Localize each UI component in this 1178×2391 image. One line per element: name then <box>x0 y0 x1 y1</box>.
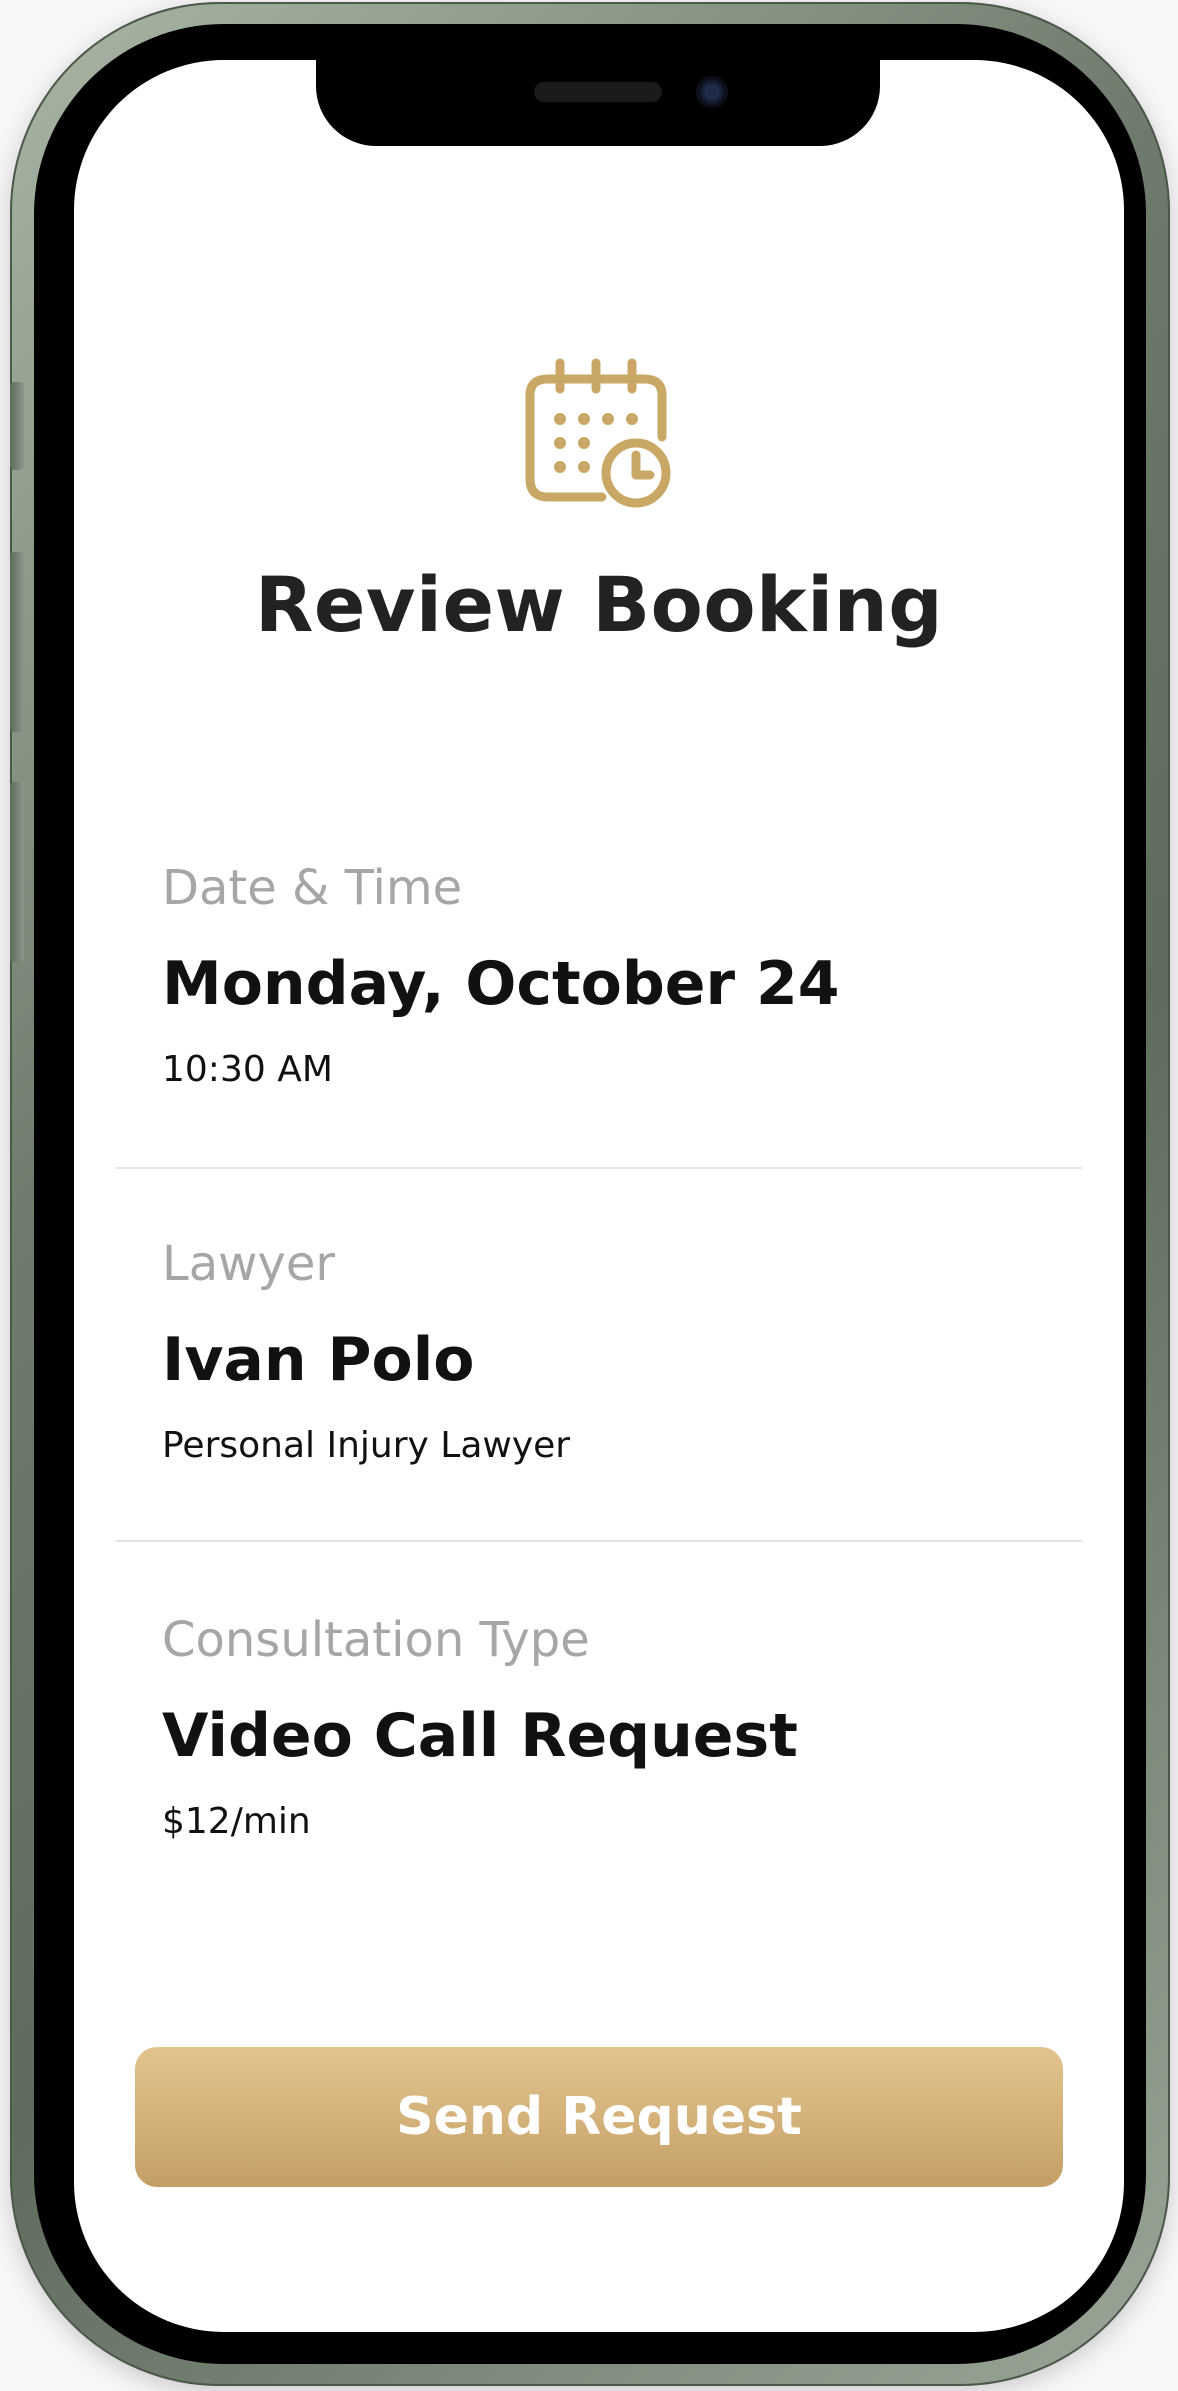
section-divider <box>116 1167 1082 1169</box>
consultation-type: Video Call Request <box>162 1701 798 1771</box>
send-request-button[interactable]: Send Request <box>135 2047 1063 2187</box>
lawyer-specialty: Personal Injury Lawyer <box>162 1425 571 1466</box>
booking-time: 10:30 AM <box>162 1049 333 1090</box>
section-divider <box>116 1540 1082 1542</box>
silent-switch <box>10 382 24 470</box>
consultation-label: Consultation Type <box>162 1612 590 1668</box>
calendar-clock-icon <box>525 358 671 508</box>
phone-notch <box>316 60 880 146</box>
app-screen: Review Booking Date & Time Monday, Octob… <box>74 60 1124 2332</box>
lawyer-name: Ivan Polo <box>162 1325 475 1395</box>
date-time-label: Date & Time <box>162 860 463 916</box>
front-camera <box>696 76 728 108</box>
booking-date: Monday, October 24 <box>162 949 840 1019</box>
page-title: Review Booking <box>254 560 944 649</box>
consultation-rate: $12/min <box>162 1801 311 1842</box>
volume-up-button <box>10 552 24 732</box>
date-time-section: Date & Time Monday, October 24 10:30 AM <box>162 864 1062 1088</box>
lawyer-label: Lawyer <box>162 1236 336 1292</box>
earpiece-speaker <box>534 82 662 102</box>
consultation-section: Consultation Type Video Call Request $12… <box>162 1616 1062 1840</box>
lawyer-section: Lawyer Ivan Polo Personal Injury Lawyer <box>162 1240 1062 1464</box>
volume-down-button <box>10 782 24 962</box>
